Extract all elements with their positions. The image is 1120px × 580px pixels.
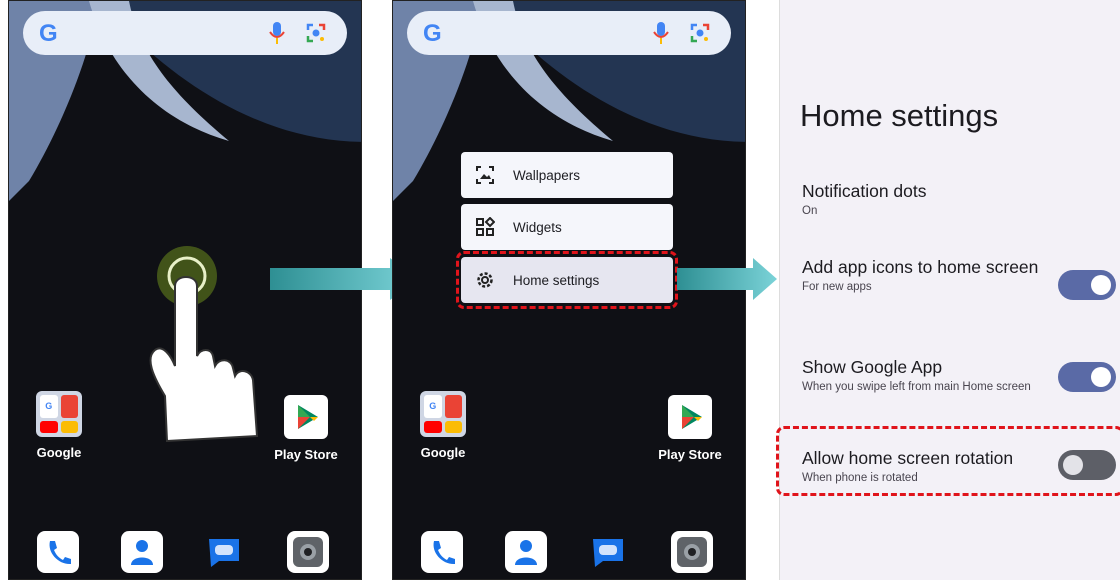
google-folder[interactable]: G Google <box>398 391 488 460</box>
play-store-icon <box>284 395 328 439</box>
phone-app-icon[interactable] <box>37 531 79 573</box>
menu-item-wallpapers[interactable]: Wallpapers <box>461 152 673 198</box>
step-arrow-2 <box>677 258 777 300</box>
play-store-app[interactable]: Play Store <box>261 395 351 462</box>
app-label: Play Store <box>658 447 722 462</box>
setting-subtitle: When you swipe left from main Home scree… <box>802 381 1031 393</box>
highlight-allow-rotation <box>776 426 1120 496</box>
google-folder[interactable]: G Google <box>14 391 104 460</box>
google-logo-icon: G <box>39 20 58 47</box>
wallpaper-icon <box>476 166 494 184</box>
app-label: Play Store <box>274 447 338 462</box>
google-search-bar[interactable]: G <box>407 11 731 55</box>
google-lens-icon[interactable] <box>305 22 327 44</box>
setting-title: Add app icons to home screen <box>802 257 1039 277</box>
google-logo-icon: G <box>423 20 442 47</box>
microphone-icon[interactable] <box>269 22 285 44</box>
page-title: Home settings <box>800 98 999 133</box>
add-app-icons-toggle[interactable] <box>1058 270 1116 300</box>
messages-app-icon[interactable] <box>203 531 245 573</box>
phone-app-icon[interactable] <box>421 531 463 573</box>
camera-app-icon[interactable] <box>671 531 713 573</box>
google-folder-icon: G <box>420 391 466 437</box>
google-lens-icon[interactable] <box>689 22 711 44</box>
app-label: Google <box>420 445 466 460</box>
messages-app-icon[interactable] <box>587 531 629 573</box>
menu-item-label: Wallpapers <box>513 167 581 183</box>
setting-show-google-app[interactable]: Show Google App When you swipe left from… <box>802 356 1047 394</box>
camera-app-icon[interactable] <box>287 531 329 573</box>
play-store-app[interactable]: Play Store <box>645 395 735 462</box>
google-folder-icon: G <box>36 391 82 437</box>
microphone-icon[interactable] <box>653 22 669 44</box>
contacts-app-icon[interactable] <box>505 531 547 573</box>
long-press-hand-icon <box>149 246 259 443</box>
play-store-icon <box>668 395 712 439</box>
setting-add-app-icons[interactable]: Add app icons to home screen For new app… <box>802 256 1047 294</box>
setting-subtitle: For new apps <box>802 281 872 293</box>
contacts-app-icon[interactable] <box>121 531 163 573</box>
widgets-icon <box>476 217 495 236</box>
show-google-app-toggle[interactable] <box>1058 362 1116 392</box>
setting-title: Notification dots <box>802 181 927 201</box>
menu-item-widgets[interactable]: Widgets <box>461 204 673 250</box>
setting-notification-dots[interactable]: Notification dots On <box>802 180 1047 218</box>
menu-item-label: Widgets <box>513 219 562 235</box>
highlight-home-settings <box>456 251 678 309</box>
google-search-bar[interactable]: G <box>23 11 347 55</box>
app-label: Google <box>36 445 82 460</box>
setting-subtitle: On <box>802 205 818 217</box>
setting-title: Show Google App <box>802 357 943 377</box>
home-settings-screen: Home settings Notification dots On Add a… <box>776 0 1120 580</box>
